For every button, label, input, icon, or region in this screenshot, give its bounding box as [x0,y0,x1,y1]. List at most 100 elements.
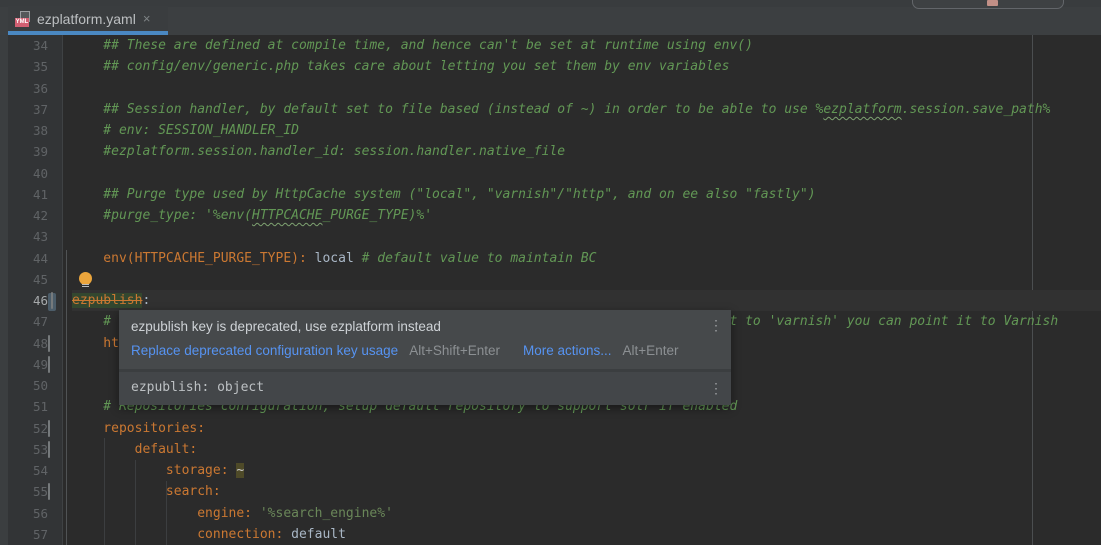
line-number: 44 [0,248,48,269]
code-line[interactable]: 39 #ezplatform.session.handler_id: sessi… [0,141,1101,162]
code-line[interactable]: 57 connection: default [0,524,1101,545]
code-text[interactable]: engine: '%search_engine%' [72,503,1101,524]
more-actions-link[interactable]: More actions... [523,342,612,360]
fold-column [48,141,72,162]
code-line[interactable]: 37 ## Session handler, by default set to… [0,99,1101,120]
code-text[interactable]: search: [72,481,1101,502]
intention-popup: ezpublish key is deprecated, use ezplatf… [119,310,731,405]
line-number: 49 [0,354,48,375]
fold-collapse-icon[interactable] [48,441,50,458]
fold-column [48,226,72,247]
yaml-file-icon: YML [15,11,31,27]
tab-close-icon[interactable]: × [143,11,151,26]
fold-column [48,120,72,141]
code-line[interactable]: 54 storage: ~ [0,460,1101,481]
editor-code-area[interactable]: 34 ## These are defined at compile time,… [0,35,1101,545]
fold-column [48,290,72,311]
editor-tab-bar: YML ezplatform.yaml × [0,0,1101,35]
code-line[interactable]: 45 [0,269,1101,290]
code-text[interactable] [72,163,1101,184]
line-number: 48 [0,333,48,354]
intention-bulb-icon[interactable] [79,272,92,288]
code-text[interactable] [72,269,1101,290]
code-segment: search: [72,484,221,499]
code-segment: default: [72,442,197,457]
code-text[interactable]: # env: SESSION_HANDLER_ID [72,120,1101,141]
line-number: 56 [0,503,48,524]
code-line[interactable]: 55 search: [0,481,1101,502]
code-text[interactable]: ## These are defined at compile time, an… [72,35,1101,56]
inspection-message: ezpublish key is deprecated, use ezplatf… [131,317,709,337]
line-number: 46 [0,290,48,311]
fold-collapse-icon[interactable] [51,292,53,309]
line-number: 50 [0,375,48,396]
fold-column [48,375,72,396]
code-line[interactable]: 35 ## config/env/generic.php takes care … [0,56,1101,77]
code-text[interactable]: ## config/env/generic.php takes care abo… [72,56,1101,77]
fold-column [48,333,72,354]
code-line[interactable]: 46 ezpublish: [0,290,1101,311]
code-line[interactable]: 40 [0,163,1101,184]
tab-title: ezplatform.yaml [37,11,136,27]
code-line[interactable]: 34 ## These are defined at compile time,… [0,35,1101,56]
code-line[interactable]: 44 env(HTTPCACHE_PURGE_TYPE): local # de… [0,248,1101,269]
code-line[interactable]: 41 ## Purge type used by HttpCache syste… [0,184,1101,205]
line-number: 47 [0,311,48,332]
code-segment: local [307,251,362,266]
line-number: 41 [0,184,48,205]
code-text[interactable]: ## Purge type used by HttpCache system (… [72,184,1101,205]
code-line[interactable]: 38 # env: SESSION_HANDLER_ID [0,120,1101,141]
toolbar-widget[interactable] [912,0,1064,9]
code-text[interactable]: env(HTTPCACHE_PURGE_TYPE): local # defau… [72,248,1101,269]
fold-column [48,460,72,481]
fold-collapse-icon[interactable] [48,483,50,500]
code-line[interactable]: 53 default: [0,439,1101,460]
intention-popup-main: ezpublish key is deprecated, use ezplatf… [119,310,731,369]
code-text[interactable]: default: [72,439,1101,460]
fold-collapse-icon[interactable] [48,420,50,437]
code-segment: #ezplatform.session.handler_id: session.… [72,144,565,159]
fold-column [48,481,72,502]
code-line[interactable]: 52 repositories: [0,418,1101,439]
code-line[interactable]: 36 [0,78,1101,99]
fold-collapse-icon[interactable] [48,335,50,352]
overflow-menu-icon[interactable]: ⋮ [709,380,723,396]
line-number: 51 [0,396,48,417]
line-number: 38 [0,120,48,141]
code-segment: # default value to maintain BC [362,251,597,266]
code-text[interactable]: repositories: [72,418,1101,439]
fold-column [48,248,72,269]
code-text[interactable]: ezpublish: [72,290,1101,311]
overflow-menu-icon[interactable]: ⋮ [709,317,723,333]
code-line[interactable]: 42 #purge_type: '%env(HTTPCACHE_PURGE_TY… [0,205,1101,226]
fold-column [48,524,72,545]
line-number: 52 [0,418,48,439]
code-text[interactable]: #purge_type: '%env(HTTPCACHE_PURGE_TYPE)… [72,205,1101,226]
quick-fix-link[interactable]: Replace deprecated configuration key usa… [131,342,398,360]
active-tab-underline [8,31,168,35]
code-segment: ## These are defined at compile time, an… [72,38,753,53]
code-segment: _PURGE_TYPE)%' [322,208,432,223]
code-line[interactable]: 56 engine: '%search_engine%' [0,503,1101,524]
code-text[interactable]: storage: ~ [72,460,1101,481]
tab-ezplatform-yaml[interactable]: YML ezplatform.yaml × [8,6,168,31]
fold-column [48,439,72,460]
code-text[interactable]: connection: default [72,524,1101,545]
fold-collapse-icon[interactable] [48,356,50,373]
fold-active-region[interactable] [48,293,56,311]
code-text[interactable] [72,226,1101,247]
code-segment: ~ [236,463,244,478]
code-segment: HTTPCACHE [252,208,322,223]
code-text[interactable]: ## Session handler, by default set to fi… [72,99,1101,120]
fold-column [48,56,72,77]
line-number: 40 [0,163,48,184]
code-segment: ## Session handler, by default set to fi… [72,102,823,117]
fold-column [48,418,72,439]
line-number: 43 [0,226,48,247]
code-line[interactable]: 43 [0,226,1101,247]
code-text[interactable] [72,78,1101,99]
line-number: 57 [0,524,48,545]
code-segment: ## Purge type used by HttpCache system (… [72,187,816,202]
line-number: 35 [0,56,48,77]
code-text[interactable]: #ezplatform.session.handler_id: session.… [72,141,1101,162]
